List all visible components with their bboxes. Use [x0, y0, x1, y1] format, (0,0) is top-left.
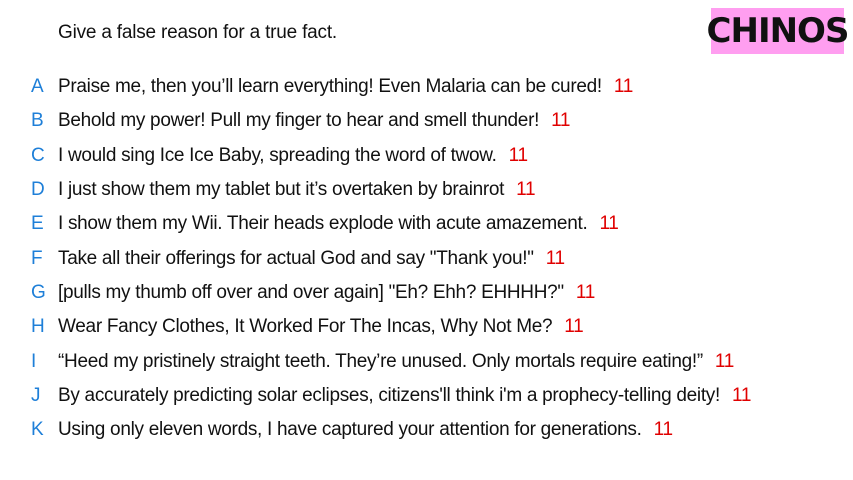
answer-body: Praise me, then you’ll learn everything!…	[58, 76, 602, 98]
answer-text: Praise me, then you’ll learn everything!…	[58, 76, 633, 98]
answer-body: “Heed my pristinely straight teeth. They…	[58, 350, 703, 372]
answer-score: 11	[551, 110, 571, 132]
prompt-text: Give a false reason for a true fact.	[58, 22, 337, 43]
brand-badge: CHINOS	[707, 8, 849, 54]
brand-label: CHINOS	[706, 11, 850, 51]
answer-score: 11	[575, 281, 595, 303]
answer-body: I would sing Ice Ice Baby, spreading the…	[58, 144, 497, 166]
answer-letter: J	[31, 384, 41, 406]
answer-text: Behold my power! Pull my finger to hear …	[58, 110, 571, 132]
answer-letter: B	[31, 110, 44, 132]
answer-text: I would sing Ice Ice Baby, spreading the…	[58, 145, 528, 167]
answer-text: Take all their offerings for actual God …	[58, 248, 565, 270]
answer-row-f: F Take all their offerings for actual Go…	[0, 241, 853, 275]
answer-score: 11	[564, 316, 584, 338]
answer-body: Take all their offerings for actual God …	[58, 247, 534, 269]
answer-letter: A	[31, 76, 44, 98]
answer-text: I show them my Wii. Their heads explode …	[58, 213, 619, 235]
answer-letter: E	[31, 213, 44, 235]
answer-body: Behold my power! Pull my finger to hear …	[58, 110, 540, 132]
answer-text: [pulls my thumb off over and over again]…	[58, 282, 595, 304]
answer-list: A Praise me, then you’ll learn everythin…	[0, 70, 853, 447]
answer-letter: G	[31, 281, 46, 303]
answer-row-d: D I just show them my tablet but it’s ov…	[0, 173, 853, 207]
answer-letter: C	[31, 144, 45, 166]
answer-body: [pulls my thumb off over and over again]…	[58, 281, 564, 303]
answer-text: By accurately predicting solar eclipses,…	[58, 385, 751, 407]
answer-score: 11	[732, 384, 752, 406]
answer-score: 11	[714, 350, 735, 372]
answer-body: Wear Fancy Clothes, It Worked For The In…	[58, 316, 553, 338]
answer-letter: I	[31, 350, 37, 372]
answer-score: 11	[613, 76, 633, 98]
answer-body: I just show them my tablet but it’s over…	[58, 179, 505, 201]
answer-row-b: B Behold my power! Pull my finger to hea…	[0, 104, 853, 138]
answer-row-i: I “Heed my pristinely straight teeth. Th…	[0, 344, 853, 378]
answer-body: I show them my Wii. Their heads explode …	[58, 213, 588, 235]
answer-row-k: K Using only eleven words, I have captur…	[0, 413, 853, 447]
answer-score: 11	[599, 213, 619, 235]
answer-score: 11	[545, 247, 565, 269]
answer-score: 11	[516, 179, 536, 201]
answer-row-c: C I would sing Ice Ice Baby, spreading t…	[0, 139, 853, 173]
answer-text: Using only eleven words, I have captured…	[58, 419, 673, 441]
answer-row-j: J By accurately predicting solar eclipse…	[0, 379, 853, 413]
answer-row-e: E I show them my Wii. Their heads explod…	[0, 207, 853, 241]
answer-letter: H	[31, 316, 45, 338]
answer-text: I just show them my tablet but it’s over…	[58, 179, 536, 201]
answer-letter: D	[31, 179, 45, 201]
answer-row-g: G [pulls my thumb off over and over agai…	[0, 276, 853, 310]
answer-row-a: A Praise me, then you’ll learn everythin…	[0, 70, 853, 104]
answer-body: Using only eleven words, I have captured…	[58, 419, 642, 441]
answer-score: 11	[508, 144, 528, 166]
answer-letter: F	[31, 247, 43, 269]
answer-text: “Heed my pristinely straight teeth. They…	[58, 351, 734, 373]
answer-text: Wear Fancy Clothes, It Worked For The In…	[58, 316, 584, 338]
answer-letter: K	[31, 419, 44, 441]
answer-score: 11	[653, 419, 673, 441]
answer-row-h: H Wear Fancy Clothes, It Worked For The …	[0, 310, 853, 344]
answer-body: By accurately predicting solar eclipses,…	[58, 384, 720, 406]
